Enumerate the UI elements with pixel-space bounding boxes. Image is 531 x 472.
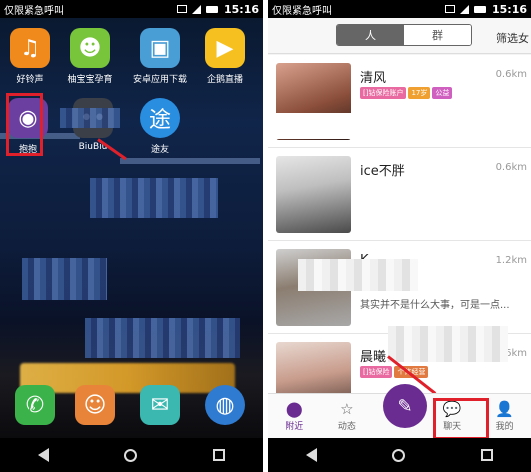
user-name: ice不胖: [360, 164, 405, 179]
tag-badge: []钻保险账户: [360, 87, 407, 99]
top-bar: 人 群 筛选女: [268, 18, 531, 54]
dock-contacts[interactable]: ☺: [65, 385, 125, 425]
tab-groups[interactable]: 群: [404, 25, 471, 45]
dock: ✆ ☺ ✉ ◍: [0, 385, 263, 435]
blurred-region: [85, 318, 240, 358]
blurred-region: [90, 178, 218, 218]
filter-button[interactable]: 筛选女: [496, 30, 529, 46]
blurred-region: [276, 113, 521, 139]
compose-icon: ✎: [397, 395, 413, 417]
user-name: 晨曦: [360, 350, 387, 365]
blurred-region: [60, 108, 120, 128]
distance: 0.6km: [495, 162, 527, 173]
carrier-text: 仅限紧急呼叫: [4, 5, 64, 17]
location-pin-icon: ⬤: [285, 400, 303, 418]
app-label: 柚宝宝孕育: [67, 75, 113, 85]
status-bar: 仅限紧急呼叫 15:16: [0, 0, 263, 18]
distance: 1.2km: [495, 255, 527, 266]
recent-apps-icon[interactable]: [481, 449, 494, 461]
tab-nearby[interactable]: ⬤ 附近: [268, 394, 321, 438]
home-icon[interactable]: [124, 448, 138, 462]
dock-browser[interactable]: ◍: [195, 385, 255, 425]
tab-label: 附近: [285, 422, 304, 432]
tag-badge: 公益: [432, 87, 453, 99]
image-notification-icon: [176, 5, 187, 13]
tab-people[interactable]: 人: [337, 25, 404, 45]
tab-label: 动态: [337, 422, 356, 432]
app-label: 安卓应用下载: [132, 75, 187, 85]
clock: 15:16: [491, 2, 527, 16]
avatar: [276, 156, 351, 233]
recent-apps-icon[interactable]: [213, 449, 226, 461]
signal-icon: [191, 4, 201, 14]
people-groups-toggle: 人 群: [336, 24, 472, 46]
app-label: 好铃声: [16, 75, 44, 85]
highlight-frame: [6, 93, 43, 156]
home-icon[interactable]: [392, 448, 406, 462]
dock-messages[interactable]: ✉: [130, 385, 190, 425]
carrier-text: 仅限紧急呼叫: [272, 5, 332, 17]
app-label: 途友: [150, 145, 169, 155]
fruit-face-icon: ☻: [70, 28, 110, 68]
nearby-screen: 仅限紧急呼叫 15:16 人 群 筛选女 清风 0.6km []钻保险账户 17…: [268, 0, 531, 472]
list-item[interactable]: K 1.2km 其实并不是什么大事，可是一点...: [268, 241, 531, 334]
back-icon[interactable]: [305, 448, 317, 462]
blurred-region: [360, 183, 420, 197]
battery-icon: [473, 5, 486, 13]
music-note-icon: ♫: [10, 28, 50, 68]
compose-button[interactable]: ✎: [383, 384, 427, 428]
app-qie-zhibo[interactable]: ▶ 企鹅直播: [195, 28, 255, 85]
contacts-icon: ☺: [75, 385, 115, 425]
list-item[interactable]: 清风 0.6km []钻保险账户 17岁 公益: [268, 55, 531, 148]
blurred-region: [22, 258, 107, 300]
browser-icon: ◍: [205, 385, 245, 425]
app-tuyou[interactable]: 途 途友: [130, 98, 190, 155]
map-pin-icon: 途: [140, 98, 180, 138]
battery-icon: [205, 5, 218, 13]
phone-icon: ✆: [15, 385, 55, 425]
star-streak: [120, 158, 260, 164]
blurred-region: [388, 326, 508, 362]
app-haolingsheng[interactable]: ♫ 好铃声: [0, 28, 60, 85]
back-icon[interactable]: [37, 448, 49, 462]
list-item[interactable]: ice不胖 0.6km: [268, 148, 531, 241]
message-icon: ✉: [140, 385, 180, 425]
app-anzhuo-market[interactable]: ▣ 安卓应用下载: [130, 28, 190, 85]
clock: 15:16: [223, 2, 259, 16]
tag-badge: 17岁: [408, 87, 431, 99]
status-bar: 仅限紧急呼叫 15:16: [268, 0, 531, 18]
dock-phone[interactable]: ✆: [5, 385, 65, 425]
star-icon: ☆: [340, 400, 354, 418]
image-notification-icon: [444, 5, 455, 13]
system-nav-bar: [268, 438, 531, 472]
distance: 0.6km: [495, 69, 527, 80]
app-label: 企鹅直播: [206, 75, 243, 85]
tag-group: []钻保险 个体经营: [360, 366, 429, 378]
tab-moments[interactable]: ☆ 动态: [321, 394, 374, 438]
app-youbaobao[interactable]: ☻ 柚宝宝孕育: [60, 28, 120, 85]
user-name: 清风: [360, 71, 387, 86]
user-list: 清风 0.6km []钻保险账户 17岁 公益 ice不胖 0.6km K 1.…: [268, 55, 531, 427]
play-icon: ▶: [205, 28, 245, 68]
home-screen: 仅限紧急呼叫 15:16 ♫ 好铃声 ☻ 柚宝宝孕育 ▣ 安卓应用下载 ▶ 企鹅…: [0, 0, 263, 472]
tag-group: []钻保险账户 17岁 公益: [360, 87, 453, 99]
signal-icon: [459, 4, 469, 14]
shopping-bag-icon: ▣: [140, 28, 180, 68]
tag-badge: []钻保险: [360, 366, 393, 378]
blurred-region: [298, 259, 418, 291]
system-nav-bar: [0, 438, 263, 472]
user-signature: 其实并不是什么大事，可是一点...: [360, 300, 510, 311]
highlight-frame: [433, 398, 489, 440]
